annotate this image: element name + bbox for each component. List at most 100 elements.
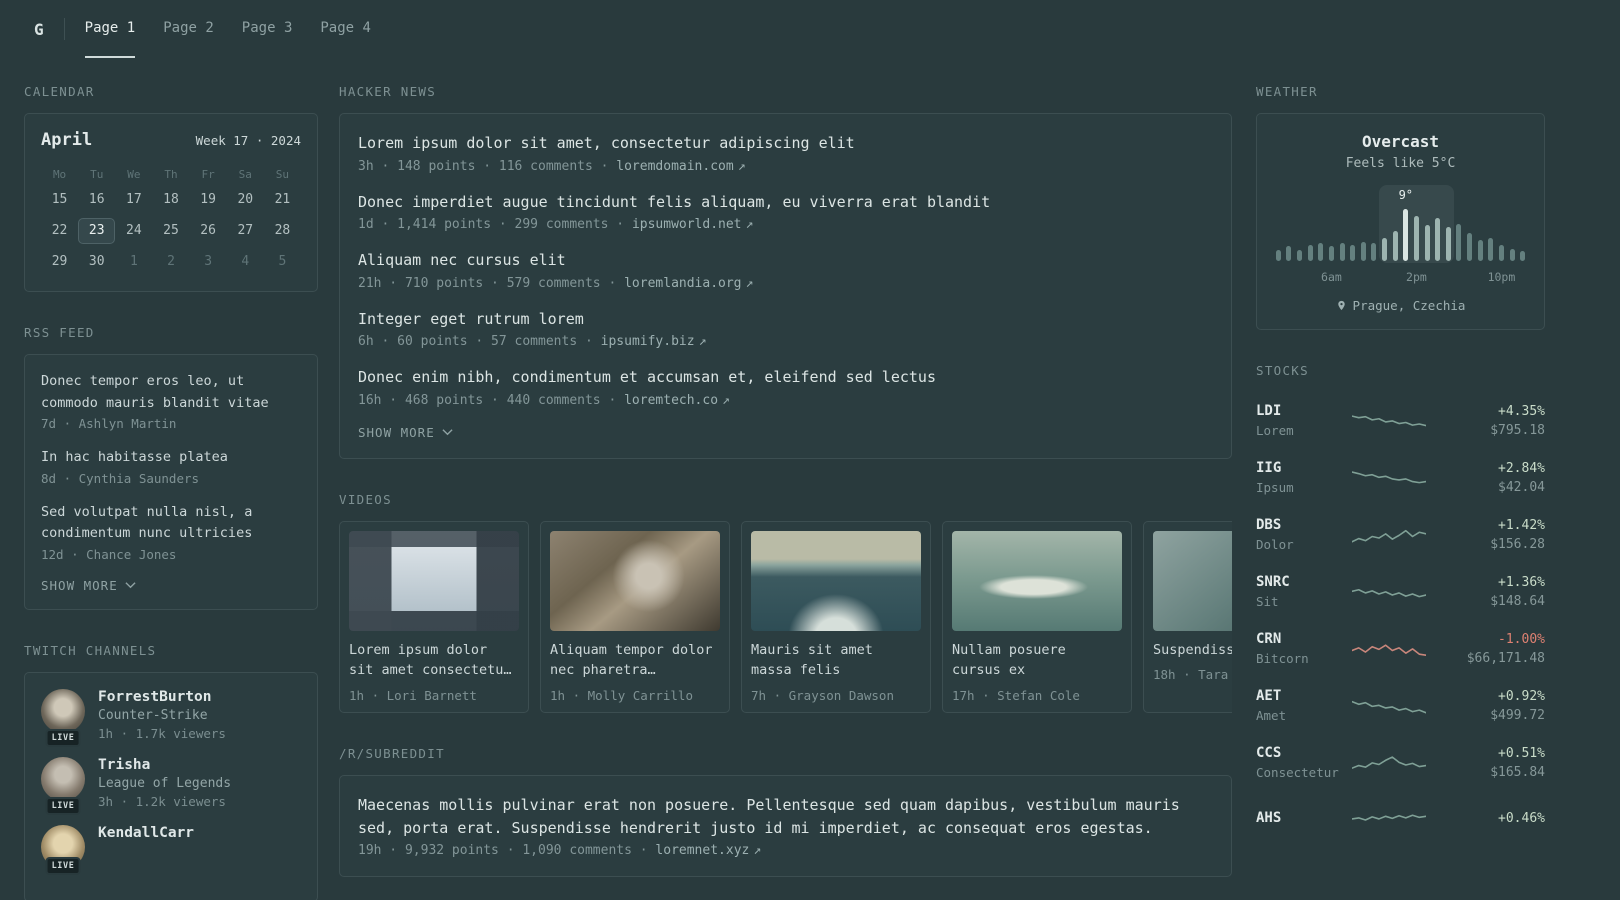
video-card[interactable]: Aliquam tempor dolor nec pharetra… 1h · M…: [540, 520, 730, 714]
hackernews-show-more-button[interactable]: SHOW MORE: [358, 425, 453, 440]
calendar-day[interactable]: 24: [115, 218, 152, 244]
calendar-day[interactable]: 21: [264, 187, 301, 213]
video-card[interactable]: Suspendisse diam 18h · Tara: [1143, 520, 1232, 714]
stock-sparkline: [1352, 462, 1426, 494]
calendar-week-info: Week 17 · 2024: [195, 133, 301, 148]
avatar[interactable]: [41, 756, 85, 801]
stock-row-iig[interactable]: IIG Ipsum +2.84% $42.04: [1256, 449, 1545, 506]
app-logo[interactable]: G: [34, 20, 44, 39]
calendar-day[interactable]: 26: [190, 218, 227, 244]
weather-bar: [1382, 238, 1388, 261]
stock-price: $795.18: [1490, 422, 1545, 438]
calendar-day[interactable]: 25: [152, 218, 189, 244]
calendar-day[interactable]: 3: [190, 249, 227, 275]
nav-tab-page-1[interactable]: Page 1: [84, 0, 136, 58]
avatar[interactable]: [41, 688, 85, 733]
calendar-day[interactable]: 16: [78, 187, 115, 213]
rss-card: Donec tempor eros leo, ut commodo mauris…: [24, 354, 318, 610]
hn-item: Aliquam nec cursus elit 21h · 710 points …: [358, 249, 1213, 291]
weather-bar: [1435, 218, 1441, 261]
weather-time-axis: 6am 2pm 10pm: [1273, 270, 1528, 285]
rss-item-title[interactable]: Sed volutpat nulla nisl, a condimentum n…: [41, 502, 301, 545]
video-thumbnail[interactable]: [952, 530, 1122, 631]
hn-item-domain[interactable]: loremtech.co: [624, 393, 718, 408]
hn-item-stats: 3h · 148 points · 116 comments ·: [358, 158, 617, 174]
rss-item-title[interactable]: Donec tempor eros leo, ut commodo mauris…: [41, 371, 301, 414]
weather-feels-like: Feels like 5°C: [1345, 156, 1456, 171]
stock-row-snrc[interactable]: SNRC Sit +1.36% $148.64: [1256, 563, 1545, 620]
hn-item: Integer eget rutrum lorem 6h · 60 points …: [358, 308, 1213, 350]
twitch-channel-name[interactable]: ForrestBurton: [98, 689, 226, 705]
nav-tab-page-3[interactable]: Page 3: [242, 0, 293, 58]
hackernews-show-more-label: SHOW MORE: [358, 424, 435, 440]
calendar-day[interactable]: 28: [264, 218, 301, 244]
hn-item-title[interactable]: Aliquam nec cursus elit: [358, 249, 1213, 272]
calendar-day[interactable]: 1: [115, 249, 152, 275]
twitch-channel-name[interactable]: Trisha: [98, 757, 231, 773]
rss-item-title[interactable]: In hac habitasse platea: [41, 447, 301, 469]
calendar-day-selected[interactable]: 23: [78, 218, 116, 244]
subreddit-post-title[interactable]: Maecenas mollis pulvinar erat non posuer…: [358, 794, 1213, 839]
hn-item-domain[interactable]: loremdomain.com: [616, 159, 733, 174]
hn-item-title[interactable]: Integer eget rutrum lorem: [358, 308, 1213, 331]
hn-item-domain[interactable]: loremlandia.org: [624, 276, 741, 291]
twitch-channel-name[interactable]: KendallCarr: [98, 825, 194, 841]
calendar-day[interactable]: 19: [190, 187, 227, 213]
twitch-channel-game[interactable]: Counter-Strike: [98, 708, 226, 723]
hn-item: Donec imperdiet augue tincidunt felis al…: [358, 191, 1213, 233]
video-card[interactable]: Nullam posuere cursus ex 17h · Stefan Col…: [942, 520, 1132, 714]
calendar-day[interactable]: 20: [227, 187, 264, 213]
video-thumbnail[interactable]: [751, 530, 921, 631]
stock-row-ahs[interactable]: AHS +0.46%: [1256, 791, 1545, 845]
stock-name: Sit: [1256, 594, 1279, 609]
weather-bar: [1467, 233, 1473, 261]
stock-row-aet[interactable]: AET Amet +0.92% $499.72: [1256, 677, 1545, 734]
stock-row-crn[interactable]: CRN Bitcorn -1.00% $66,171.48: [1256, 620, 1545, 677]
calendar-day[interactable]: 4: [227, 249, 264, 275]
twitch-channel-row: LIVE KendallCarr: [41, 824, 301, 875]
hn-item-title[interactable]: Lorem ipsum dolor sit amet, consectetur …: [358, 132, 1213, 155]
video-thumbnail[interactable]: [550, 530, 720, 631]
stock-row-ccs[interactable]: CCS Consectetur +0.51% $165.84: [1256, 734, 1545, 791]
nav-tab-page-2[interactable]: Page 2: [163, 0, 214, 58]
stock-symbol: CRN: [1256, 631, 1282, 647]
video-thumbnail[interactable]: [349, 530, 519, 631]
stock-name: Ipsum: [1256, 480, 1294, 495]
stock-row-dbs[interactable]: DBS Dolor +1.42% $156.28: [1256, 506, 1545, 563]
stock-change: +0.51%: [1498, 745, 1545, 761]
calendar-day[interactable]: 29: [41, 249, 78, 275]
nav-tab-page-4[interactable]: Page 4: [320, 0, 371, 58]
calendar-day[interactable]: 2: [152, 249, 189, 275]
video-card[interactable]: Lorem ipsum dolor sit amet consectetu… 1h…: [339, 520, 529, 714]
twitch-channel-game[interactable]: League of Legends: [98, 776, 231, 791]
calendar-day[interactable]: 27: [227, 218, 264, 244]
hn-item-title[interactable]: Donec imperdiet augue tincidunt felis al…: [358, 191, 1213, 214]
stock-price: $42.04: [1498, 479, 1545, 495]
calendar-day[interactable]: 22: [41, 218, 78, 244]
calendar-day[interactable]: 15: [41, 187, 78, 213]
stock-sparkline: [1352, 519, 1426, 551]
calendar-day[interactable]: 18: [152, 187, 189, 213]
stock-row-ldi[interactable]: LDI Lorem +4.35% $795.18: [1256, 392, 1545, 449]
video-card[interactable]: Mauris sit amet massa felis 7h · Grayson …: [741, 520, 931, 714]
stock-price: $165.84: [1490, 764, 1545, 780]
stock-change: +1.36%: [1498, 574, 1545, 590]
weather-bar: [1275, 250, 1281, 261]
rss-show-more-button[interactable]: SHOW MORE: [41, 578, 136, 593]
hn-item-domain[interactable]: ipsumworld.net: [632, 217, 742, 232]
video-thumbnail[interactable]: [1153, 530, 1232, 631]
weather-bar: [1520, 251, 1526, 261]
subreddit-post-domain[interactable]: loremnet.xyz: [655, 843, 749, 858]
rss-item-meta: 12d · Chance Jones: [41, 546, 177, 562]
calendar-day[interactable]: 17: [115, 187, 152, 213]
hn-item-title[interactable]: Donec enim nibh, condimentum et accumsan…: [358, 366, 1213, 389]
subreddit-card: Maecenas mollis pulvinar erat non posuer…: [339, 775, 1232, 878]
calendar-day[interactable]: 5: [264, 249, 301, 275]
hn-item-domain[interactable]: ipsumify.biz: [601, 334, 695, 349]
stock-symbol: AHS: [1256, 810, 1282, 826]
stock-name: Amet: [1256, 708, 1287, 723]
weather-bar: [1328, 246, 1334, 261]
hn-item-meta: 1d · 1,414 points · 299 comments · ipsum…: [358, 217, 1213, 232]
calendar-day[interactable]: 30: [78, 249, 115, 275]
dashboard: G Page 1 Page 2 Page 3 Page 4 CALENDAR Apri…: [0, 0, 1620, 900]
